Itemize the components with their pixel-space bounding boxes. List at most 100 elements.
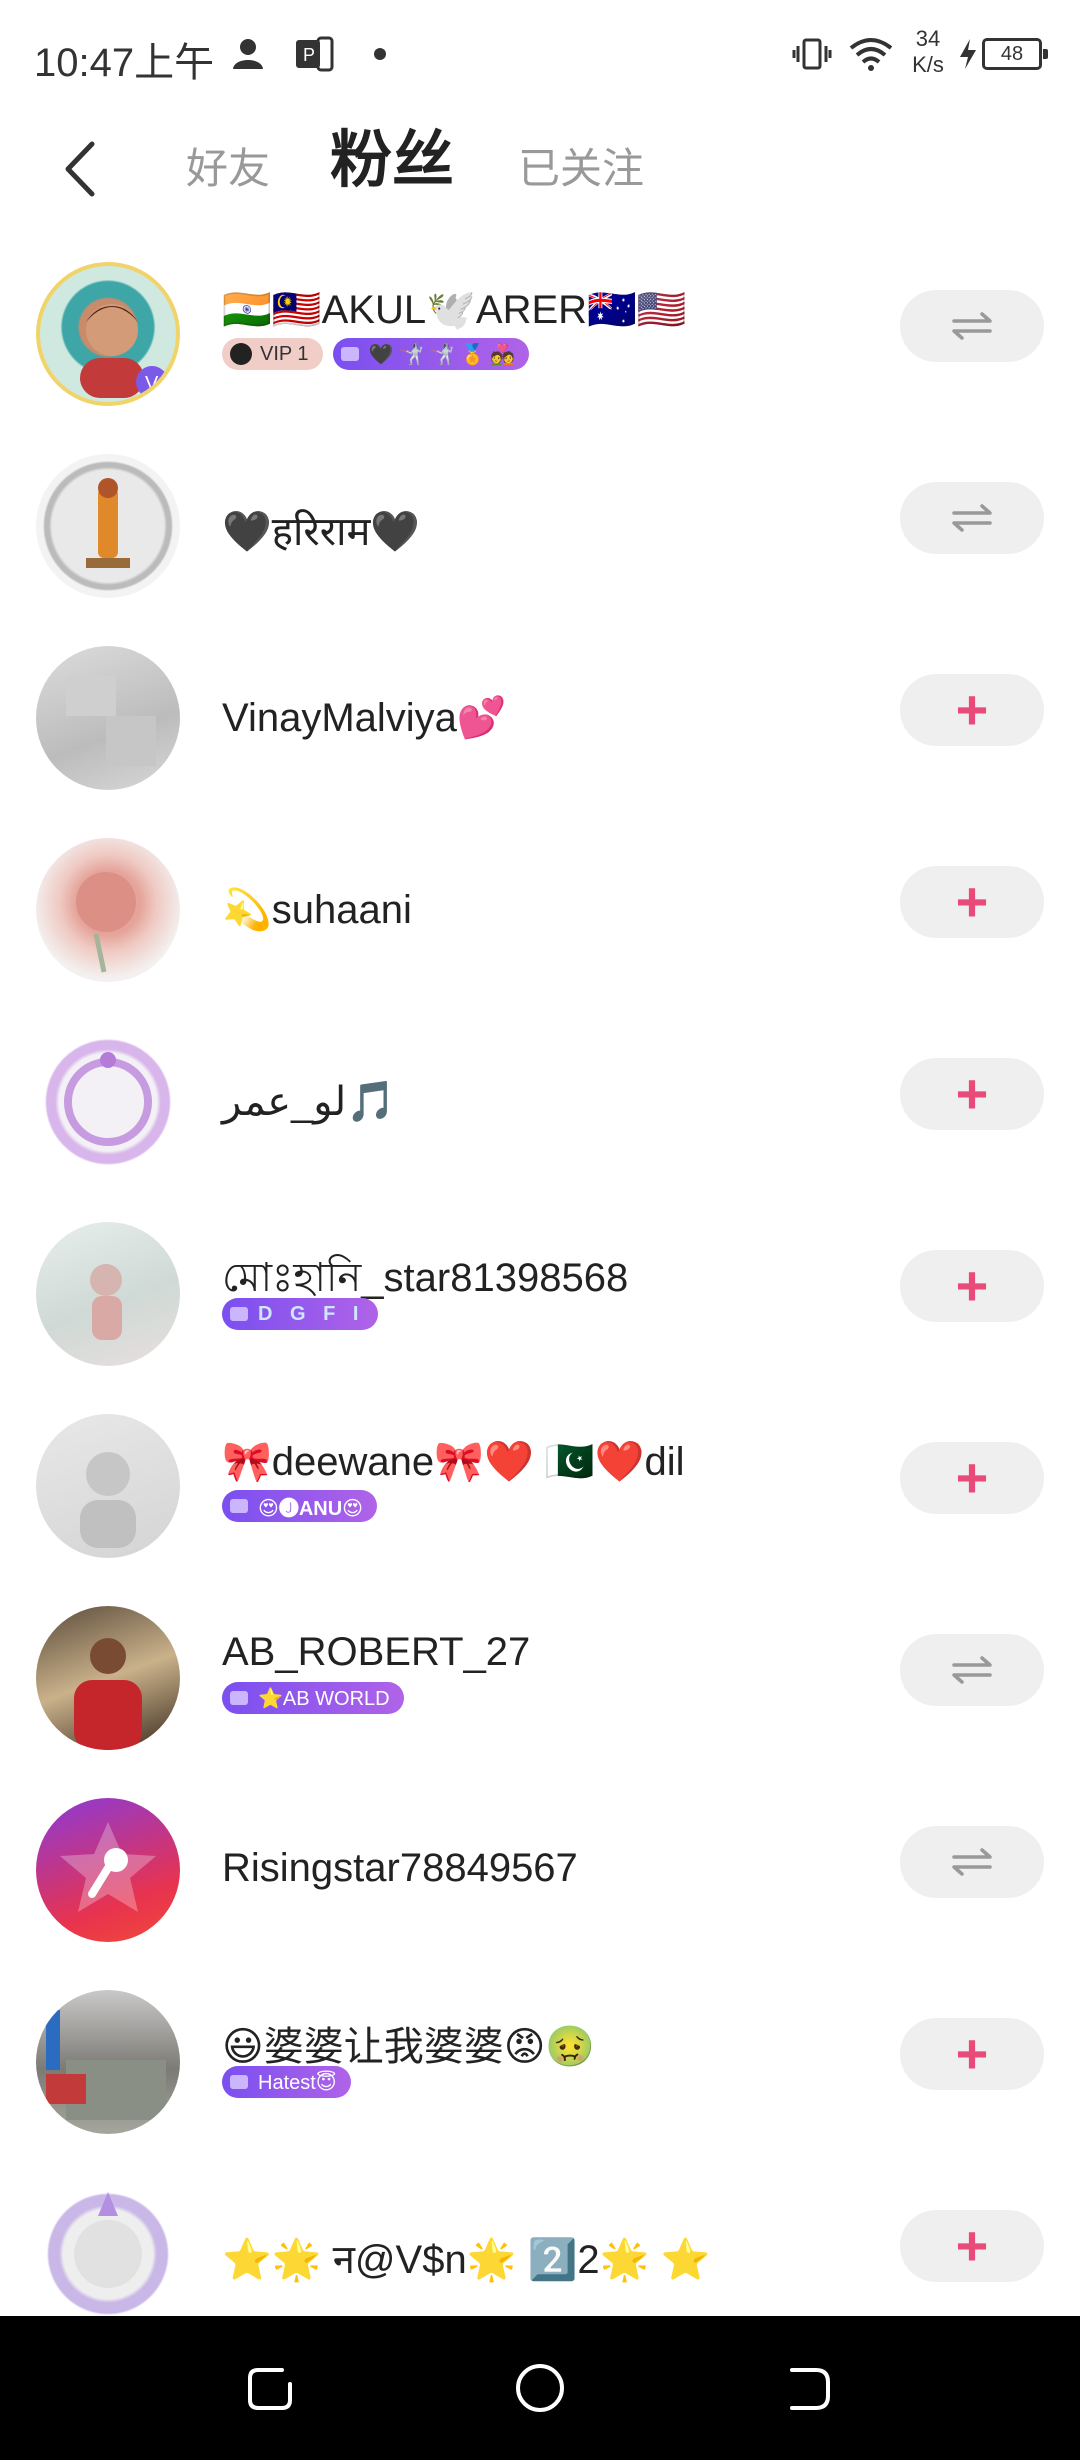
back-arrow-icon bbox=[65, 141, 95, 197]
list-item[interactable]: AB_ROBERT_27 ⭐AB WORLD bbox=[0, 1584, 1080, 1776]
follow-button[interactable]: + bbox=[900, 2210, 1044, 2282]
tab-fans[interactable]: 粉丝 bbox=[330, 126, 454, 196]
network-speed-unit: K/s bbox=[912, 52, 944, 77]
group-icon bbox=[230, 1307, 248, 1321]
follow-button[interactable]: + bbox=[900, 1442, 1044, 1514]
group-icon bbox=[340, 347, 359, 361]
network-speed-value: 34 bbox=[915, 26, 941, 51]
header: 好友 粉丝 已关注 bbox=[0, 110, 1080, 230]
crown-icon bbox=[230, 343, 252, 365]
family-badge: 🖤 🤺 🤺 🏅 💑 bbox=[332, 338, 530, 370]
user-name: 🖤हरिराम🖤 bbox=[222, 510, 421, 554]
tab-friends[interactable]: 好友 bbox=[186, 134, 270, 204]
list-item[interactable]: 💫suhaani + bbox=[0, 816, 1080, 1008]
user-name: 😃婆婆让我婆婆😡🤢 bbox=[222, 2025, 596, 2069]
follow-button[interactable]: + bbox=[900, 1250, 1044, 1322]
group-icon bbox=[230, 2075, 248, 2089]
list-item[interactable]: V 🇮🇳🇲🇾AKUL🕊️ARER🇦🇺🇺🇸 VIP 1 🖤 🤺 🤺 🏅 💑 bbox=[0, 240, 1080, 432]
user-name: AB_ROBERT_27 bbox=[222, 1630, 531, 1674]
group-icon bbox=[230, 1691, 248, 1705]
avatar[interactable] bbox=[36, 646, 180, 790]
mutual-follow-icon bbox=[952, 1656, 992, 1684]
list-item[interactable]: 🎀deewane🎀❤️ 🇵🇰❤️dil 😍🅙ANU😍 + bbox=[0, 1392, 1080, 1584]
list-item[interactable]: لو_عمر🎵 + bbox=[0, 1008, 1080, 1200]
user-name: VinayMalviya💕 bbox=[222, 696, 507, 740]
avatar[interactable] bbox=[36, 1990, 180, 2134]
user-badges: ⭐AB WORLD bbox=[222, 1682, 404, 1714]
family-name: 😍🅙ANU😍 bbox=[258, 1497, 364, 1520]
mutual-follow-button[interactable] bbox=[900, 1826, 1044, 1898]
home-button[interactable] bbox=[508, 2356, 572, 2420]
follow-button[interactable]: + bbox=[900, 674, 1044, 746]
fans-list: V 🇮🇳🇲🇾AKUL🕊️ARER🇦🇺🇺🇸 VIP 1 🖤 🤺 🤺 🏅 💑 🖤हर… bbox=[0, 240, 1080, 2352]
user-badges: D G F I bbox=[222, 1298, 379, 1330]
list-item[interactable]: 🖤हरिराम🖤 bbox=[0, 432, 1080, 624]
family-badge: 😍🅙ANU😍 bbox=[222, 1490, 378, 1522]
home-icon bbox=[516, 2364, 564, 2412]
family-name: 🖤 🤺 🤺 🏅 💑 bbox=[368, 343, 516, 366]
follow-button[interactable]: + bbox=[900, 866, 1044, 938]
vip-badge: VIP 1 bbox=[222, 338, 323, 370]
group-icon bbox=[230, 1499, 248, 1513]
user-badges: VIP 1 🖤 🤺 🤺 🏅 💑 bbox=[222, 338, 530, 370]
mutual-follow-button[interactable] bbox=[900, 1634, 1044, 1706]
list-item[interactable]: Risingstar78849567 bbox=[0, 1776, 1080, 1968]
charging-icon bbox=[956, 30, 980, 78]
avatar[interactable] bbox=[36, 1222, 180, 1366]
avatar[interactable] bbox=[36, 2182, 180, 2326]
tab-following[interactable]: 已关注 bbox=[518, 134, 644, 204]
family-badge: Hatest😇 bbox=[222, 2066, 351, 2098]
svg-text:P: P bbox=[303, 45, 315, 65]
user-name: Risingstar78849567 bbox=[222, 1846, 578, 1890]
avatar[interactable] bbox=[36, 454, 180, 598]
plus-icon: + bbox=[955, 2214, 989, 2277]
back-button[interactable] bbox=[52, 134, 112, 204]
mutual-follow-button[interactable] bbox=[900, 482, 1044, 554]
mutual-follow-button[interactable] bbox=[900, 290, 1044, 362]
vip-level: VIP 1 bbox=[260, 342, 309, 365]
follow-button[interactable]: + bbox=[900, 2018, 1044, 2090]
mutual-follow-icon bbox=[952, 504, 992, 532]
avatar[interactable]: V bbox=[36, 262, 180, 406]
mutual-follow-icon bbox=[952, 1848, 992, 1876]
list-item[interactable]: মোঃহানি_star81398568 D G F I + bbox=[0, 1200, 1080, 1392]
vibrate-icon bbox=[790, 30, 834, 78]
list-item[interactable]: 😃婆婆让我婆婆😡🤢 Hatest😇 + bbox=[0, 1968, 1080, 2160]
user-badges: Hatest😇 bbox=[222, 2066, 351, 2098]
follow-button[interactable]: + bbox=[900, 1058, 1044, 1130]
plus-icon: + bbox=[955, 2022, 989, 2085]
dot-icon bbox=[370, 30, 390, 78]
back-nav-button[interactable] bbox=[776, 2356, 840, 2420]
avatar[interactable] bbox=[36, 1414, 180, 1558]
list-item[interactable]: VinayMalviya💕 + bbox=[0, 624, 1080, 816]
plus-icon: + bbox=[955, 870, 989, 933]
user-badges: 😍🅙ANU😍 bbox=[222, 1490, 378, 1522]
avatar[interactable] bbox=[36, 1798, 180, 1942]
plus-icon: + bbox=[955, 1446, 989, 1509]
family-badge: D G F I bbox=[222, 1298, 379, 1330]
avatar[interactable] bbox=[36, 1030, 180, 1174]
avatar[interactable] bbox=[36, 1606, 180, 1750]
recents-button[interactable] bbox=[238, 2356, 302, 2420]
app-notification-icon: P bbox=[292, 30, 336, 78]
recents-icon bbox=[248, 2368, 292, 2410]
user-name: لو_عمر🎵 bbox=[222, 1080, 396, 1124]
avatar[interactable] bbox=[36, 838, 180, 982]
family-name: ⭐AB WORLD bbox=[258, 1687, 390, 1710]
wifi-icon bbox=[846, 30, 896, 78]
battery-indicator: 48 bbox=[982, 38, 1048, 70]
system-nav-bar bbox=[0, 2316, 1080, 2460]
star-microphone-icon bbox=[60, 1822, 156, 1912]
person-icon bbox=[228, 30, 268, 78]
svg-text:V: V bbox=[145, 373, 159, 395]
user-name: 🇮🇳🇲🇾AKUL🕊️ARER🇦🇺🇺🇸 bbox=[222, 288, 687, 332]
network-speed: 34 K/s bbox=[906, 26, 950, 78]
family-badge: ⭐AB WORLD bbox=[222, 1682, 404, 1714]
back-nav-icon bbox=[790, 2368, 830, 2410]
status-bar: 10:47上午 P 34 K/s 48 bbox=[0, 0, 1080, 110]
user-name: ⭐🌟 न@V$n🌟 2️⃣2🌟 ⭐ bbox=[222, 2238, 711, 2282]
family-name: Hatest😇 bbox=[258, 2071, 337, 2094]
status-time: 10:47上午 bbox=[34, 41, 215, 85]
plus-icon: + bbox=[955, 1254, 989, 1317]
user-name: 💫suhaani bbox=[222, 888, 412, 932]
